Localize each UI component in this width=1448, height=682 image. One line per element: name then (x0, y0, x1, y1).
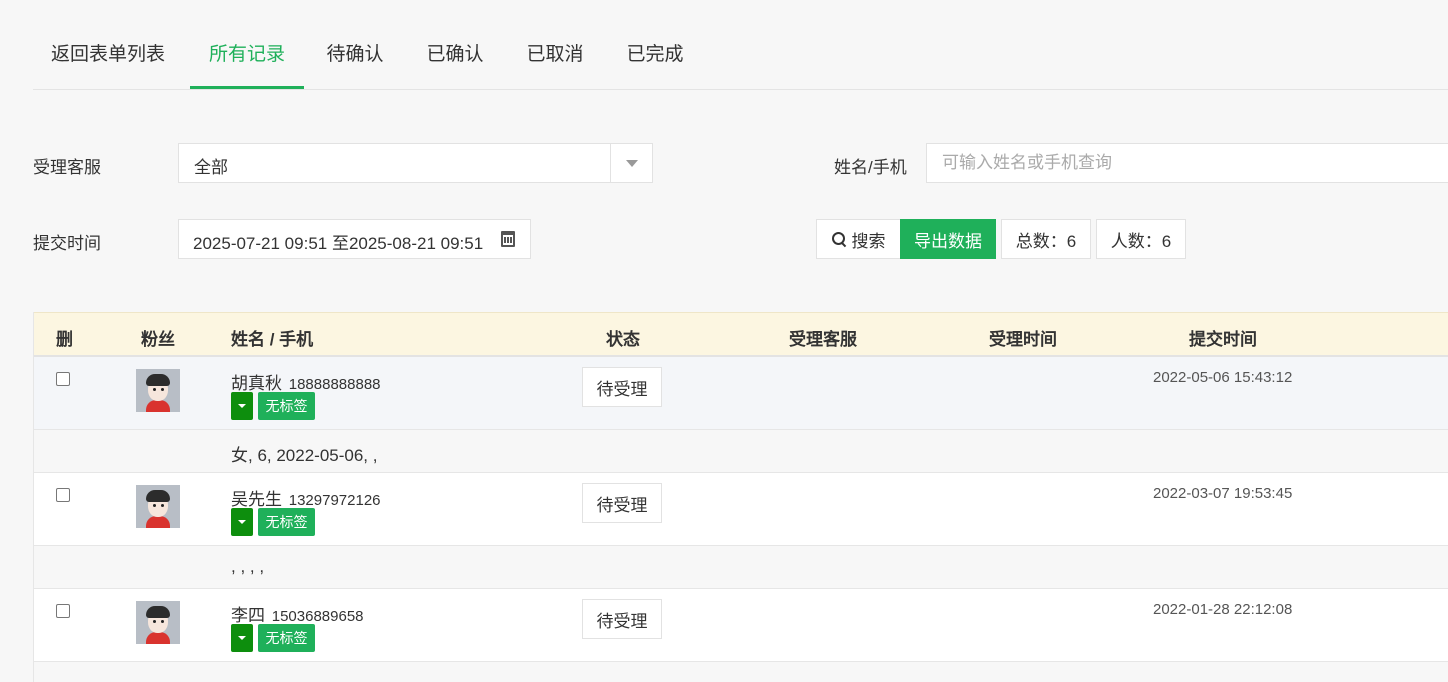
col-name-phone: 姓名 / 手机 (231, 330, 314, 349)
search-button-label: 搜索 (851, 231, 886, 251)
tab-pending[interactable]: 待确认 (315, 22, 395, 89)
tab-cancelled[interactable]: 已取消 (515, 22, 595, 89)
detail-row: , , , , (34, 546, 1448, 589)
tag-dropdown-button[interactable] (231, 508, 253, 536)
detail-text: , , , , (231, 557, 265, 576)
tag-dropdown-button[interactable] (231, 392, 253, 420)
customer-phone: 18888888888 (288, 376, 381, 393)
staff-filter-label: 受理客服 (33, 158, 101, 177)
name-phone-cell: 吴先生 13297972126 (231, 485, 381, 510)
tag-badge: 无标签 (258, 508, 315, 536)
col-delete: 删 (56, 330, 73, 349)
status-button[interactable]: 待受理 (582, 599, 662, 639)
col-status: 状态 (606, 330, 640, 349)
col-fan: 粉丝 (141, 330, 175, 349)
submit-time-cell: 2022-03-07 19:53:45 (1153, 485, 1293, 502)
name-phone-search-input[interactable] (926, 143, 1448, 183)
people-count-badge: 人数：6 (1096, 219, 1186, 259)
col-submit-time: 提交时间 (1189, 330, 1257, 349)
export-data-button[interactable]: 导出数据 (900, 219, 996, 259)
customer-name: 李四 (231, 606, 265, 625)
detail-text: 女, 6, 2022-05-06, , (231, 446, 378, 465)
tab-bar: 返回表单列表 所有记录 待确认 已确认 已取消 已完成 (33, 22, 1448, 90)
date-range-picker[interactable]: 2025-07-21 09:51 至2025-08-21 09:51 (178, 219, 531, 259)
customer-name: 吴先生 (231, 490, 282, 509)
chevron-down-icon[interactable] (610, 144, 652, 182)
status-button[interactable]: 待受理 (582, 367, 662, 407)
tag-badge: 无标签 (258, 624, 315, 652)
avatar (136, 601, 180, 644)
calendar-icon (501, 231, 515, 247)
col-handle-time: 受理时间 (989, 330, 1057, 349)
col-staff: 受理客服 (789, 330, 857, 349)
search-button[interactable]: 搜索 (816, 219, 901, 259)
detail-row (34, 662, 1448, 682)
submit-time-cell: 2022-05-06 15:43:12 (1153, 369, 1293, 386)
search-icon (831, 232, 846, 246)
name-filter-label: 姓名/手机 (834, 158, 907, 177)
staff-select-value: 全部 (194, 158, 228, 177)
table-header: 删 粉丝 姓名 / 手机 状态 受理客服 受理时间 提交时间 (34, 312, 1448, 357)
name-phone-cell: 李四 15036889658 (231, 601, 364, 626)
avatar (136, 369, 180, 412)
customer-name: 胡真秋 (231, 374, 282, 393)
table-row: 吴先生 13297972126 无标签 待受理 2022-03-07 19:53… (34, 473, 1448, 546)
records-table: 删 粉丝 姓名 / 手机 状态 受理客服 受理时间 提交时间 胡真秋 18888… (33, 312, 1448, 682)
row-select-checkbox[interactable] (56, 488, 70, 502)
staff-select[interactable]: 全部 (178, 143, 653, 183)
tab-completed[interactable]: 已完成 (615, 22, 695, 89)
row-select-checkbox[interactable] (56, 372, 70, 386)
tag-badge: 无标签 (258, 392, 315, 420)
date-range-value: 2025-07-21 09:51 至2025-08-21 09:51 (193, 234, 484, 253)
tab-confirmed[interactable]: 已确认 (415, 22, 495, 89)
status-button[interactable]: 待受理 (582, 483, 662, 523)
detail-row: 女, 6, 2022-05-06, , (34, 430, 1448, 473)
customer-phone: 13297972126 (288, 492, 381, 509)
tab-back-to-form-list[interactable]: 返回表单列表 (33, 22, 183, 89)
total-count-badge: 总数：6 (1001, 219, 1091, 259)
submit-time-label: 提交时间 (33, 234, 101, 253)
name-phone-cell: 胡真秋 18888888888 (231, 369, 381, 394)
tag-dropdown-button[interactable] (231, 624, 253, 652)
row-select-checkbox[interactable] (56, 604, 70, 618)
tab-all-records[interactable]: 所有记录 (190, 22, 304, 89)
customer-phone: 15036889658 (271, 608, 364, 625)
avatar (136, 485, 180, 528)
table-row: 胡真秋 18888888888 无标签 待受理 2022-05-06 15:43… (34, 357, 1448, 430)
submit-time-cell: 2022-01-28 22:12:08 (1153, 601, 1293, 618)
table-row: 李四 15036889658 无标签 待受理 2022-01-28 22:12:… (34, 589, 1448, 662)
